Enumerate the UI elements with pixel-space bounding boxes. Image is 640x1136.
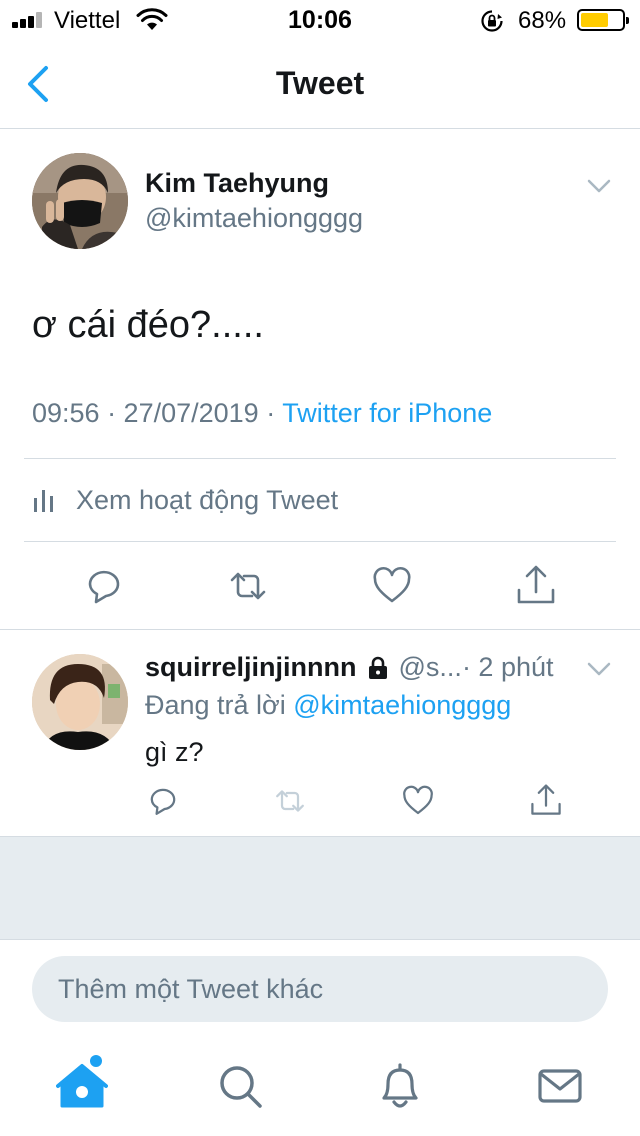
avatar[interactable] (32, 153, 128, 249)
tweet-source-link[interactable]: Twitter for iPhone (282, 398, 492, 428)
retweet-icon[interactable] (272, 785, 308, 817)
battery-icon (577, 9, 629, 31)
divider (24, 541, 616, 542)
author-handle[interactable]: @kimtaehiongggg (145, 203, 363, 234)
reply-text: gì z? (145, 737, 204, 767)
home-icon[interactable] (56, 1060, 108, 1112)
bar-chart-icon (34, 490, 53, 512)
share-icon[interactable] (516, 564, 556, 606)
tweet-meta: 09:56 · 27/07/2019 · Twitter for iPhone (32, 398, 492, 429)
avatar[interactable] (32, 654, 128, 750)
new-content-dot (90, 1055, 102, 1067)
like-icon[interactable] (402, 785, 434, 817)
replying-to: Đang trả lời @kimtaehiongggg (145, 690, 511, 721)
compose-placeholder: Thêm một Tweet khác (58, 974, 324, 1004)
view-tweet-activity[interactable]: Xem hoạt động Tweet (32, 483, 338, 517)
battery-percent: 68% (518, 7, 567, 34)
reply-time: · 2 phút (461, 652, 554, 682)
reply-icon[interactable] (84, 566, 124, 606)
empty-area (0, 836, 640, 940)
tweet-text: ơ cái đéo?..... (32, 304, 264, 346)
share-icon[interactable] (530, 783, 562, 817)
reply-author-handle[interactable]: @s... (399, 652, 462, 683)
chevron-down-icon[interactable] (586, 176, 612, 196)
search-icon[interactable] (214, 1060, 266, 1112)
reply-icon[interactable] (147, 785, 179, 817)
messages-icon[interactable] (534, 1060, 586, 1112)
tweet-timestamp: 09:56 · 27/07/2019 · (32, 398, 283, 428)
author-name[interactable]: Kim Taehyung (145, 168, 329, 199)
nav-bar: Tweet (0, 40, 640, 129)
rotation-lock-icon (481, 10, 503, 32)
divider (24, 458, 616, 459)
chevron-down-icon[interactable] (586, 659, 612, 679)
reply-author-name[interactable]: squirreljinjinnnn (145, 652, 357, 683)
lock-icon (368, 656, 387, 679)
status-bar: Viettel 10:06 68% (0, 0, 640, 40)
notifications-icon[interactable] (374, 1060, 426, 1112)
replying-prefix: Đang trả lời (145, 690, 294, 720)
compose-tweet-input[interactable]: Thêm một Tweet khác (32, 956, 608, 1022)
like-icon[interactable] (372, 566, 412, 606)
replying-mention[interactable]: @kimtaehiongggg (293, 690, 511, 720)
reply-header: squirreljinjinnnn @s... · 2 phút (145, 652, 554, 683)
retweet-icon[interactable] (226, 566, 270, 606)
divider (0, 629, 640, 630)
activity-label: Xem hoạt động Tweet (76, 484, 339, 515)
page-title: Tweet (275, 65, 365, 101)
